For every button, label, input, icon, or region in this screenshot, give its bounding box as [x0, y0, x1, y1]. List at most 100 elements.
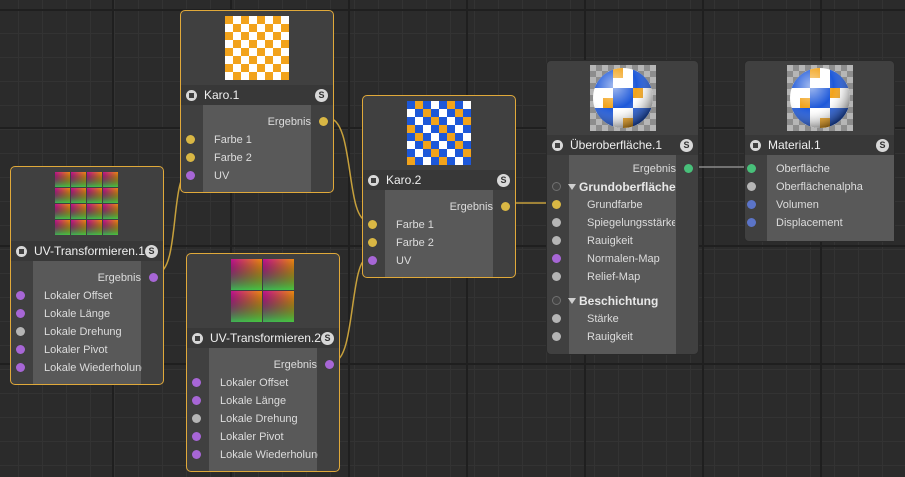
collapse-triangle-icon[interactable] [568, 298, 576, 304]
input-port-row: Farbe 1 [363, 216, 515, 234]
input-port[interactable] [16, 291, 25, 300]
checker-cell [225, 56, 233, 64]
input-port[interactable] [192, 396, 201, 405]
input-port[interactable] [192, 414, 201, 423]
output-port[interactable] [684, 164, 693, 173]
checker-cell [257, 72, 265, 80]
input-port[interactable] [747, 182, 756, 191]
checker-cell [423, 141, 431, 149]
input-port-row: Farbe 2 [181, 149, 333, 167]
input-port[interactable] [186, 171, 195, 180]
input-port[interactable] [16, 363, 25, 372]
node-karo-2[interactable]: Karo.2 S Ergebnis Farbe 1 Farbe 2 UV [362, 95, 516, 278]
output-port[interactable] [325, 360, 334, 369]
input-port[interactable] [16, 345, 25, 354]
checker-cell [273, 32, 281, 40]
input-port-row: Lokaler Offset [187, 374, 339, 392]
section-port[interactable] [552, 296, 561, 305]
checker-cell [415, 133, 423, 141]
checker-cell [273, 16, 281, 24]
checker-cell [439, 101, 447, 109]
node-uv-transform-2[interactable]: UV-Transformieren.2 S Ergebnis Lokaler O… [186, 253, 340, 472]
node-material-1[interactable]: Material.1 S Oberfläche Oberflächenalpha… [744, 60, 895, 242]
checker-cell [463, 149, 471, 157]
input-port[interactable] [747, 164, 756, 173]
material-titlebar[interactable]: Material.1 S [745, 135, 894, 155]
ueberoberflaeche-titlebar[interactable]: Überoberfläche.1 S [547, 135, 698, 155]
input-port[interactable] [552, 236, 561, 245]
input-port[interactable] [186, 153, 195, 162]
input-port[interactable] [16, 327, 25, 336]
input-port[interactable] [16, 309, 25, 318]
karo-2-titlebar[interactable]: Karo.2 S [363, 170, 515, 190]
input-port[interactable] [192, 450, 201, 459]
node-uv-transform-1[interactable]: UV-Transformieren.1 S Ergebnis Lokaler O… [10, 166, 164, 385]
uv-gradient-preview-image [55, 172, 119, 236]
checker-cell [249, 64, 257, 72]
node-title: Überoberfläche.1 [570, 138, 663, 152]
section-port[interactable] [552, 182, 561, 191]
uv-2-titlebar[interactable]: UV-Transformieren.2 S [187, 328, 339, 348]
input-port-row: Farbe 1 [181, 131, 333, 149]
checker-cell [249, 32, 257, 40]
solo-badge-icon[interactable]: S [315, 88, 328, 102]
checker-cell [415, 101, 423, 109]
input-port[interactable] [747, 200, 756, 209]
port-label: Farbe 1 [214, 134, 252, 146]
node-ueberoberflaeche-1[interactable]: Überoberfläche.1 S Ergebnis Grundoberflä… [546, 60, 699, 355]
input-port[interactable] [192, 432, 201, 441]
output-port[interactable] [501, 202, 510, 211]
port-label: Farbe 2 [396, 237, 434, 249]
input-port[interactable] [192, 378, 201, 387]
output-port-row: Ergebnis [363, 198, 515, 216]
checker-cell [265, 16, 273, 24]
port-label: Lokaler Offset [220, 377, 289, 389]
solo-badge-icon[interactable]: S [497, 173, 510, 187]
checker-cell [225, 72, 233, 80]
checker-cell [439, 133, 447, 141]
input-port-row: Farbe 2 [363, 234, 515, 252]
input-port[interactable] [552, 200, 561, 209]
solo-badge-icon[interactable]: S [145, 244, 158, 258]
port-label: Rauigkeit [587, 235, 633, 247]
input-port-row: UV [363, 252, 515, 270]
checker-cell [423, 133, 431, 141]
input-port[interactable] [368, 238, 377, 247]
input-port[interactable] [552, 332, 561, 341]
checker-cell [281, 32, 289, 40]
section-header-grundoberflaeche[interactable]: Grundoberfläche [547, 178, 698, 196]
input-port[interactable] [552, 314, 561, 323]
input-port[interactable] [368, 220, 377, 229]
section-header-beschichtung[interactable]: Beschichtung [547, 292, 698, 310]
output-port[interactable] [149, 273, 158, 282]
checker-cell [249, 56, 257, 64]
port-label: Lokale Drehung [220, 413, 298, 425]
input-port[interactable] [747, 218, 756, 227]
input-port[interactable] [552, 218, 561, 227]
node-title: Material.1 [768, 138, 821, 152]
checker-cell [407, 109, 415, 117]
input-port[interactable] [186, 135, 195, 144]
port-label: Ergebnis [449, 201, 493, 213]
port-label: Lokaler Pivot [44, 344, 108, 356]
input-port[interactable] [368, 256, 377, 265]
solo-badge-icon[interactable]: S [680, 138, 693, 152]
checker-cell [431, 157, 439, 165]
solo-badge-icon[interactable]: S [876, 138, 889, 152]
solo-badge-icon[interactable]: S [321, 331, 334, 345]
node-karo-1[interactable]: Karo.1 S Ergebnis Farbe 1 Farbe 2 UV [180, 10, 334, 193]
collapse-triangle-icon[interactable] [568, 184, 576, 190]
checker-cell [447, 157, 455, 165]
input-port[interactable] [552, 254, 561, 263]
input-port-row: Rauigkeit [547, 232, 698, 250]
output-port[interactable] [319, 117, 328, 126]
checker-cell [257, 64, 265, 72]
uv-1-titlebar[interactable]: UV-Transformieren.1 S [11, 241, 163, 261]
checker-cell [407, 149, 415, 157]
karo-1-titlebar[interactable]: Karo.1 S [181, 85, 333, 105]
checker-cell [257, 56, 265, 64]
node-type-icon [186, 89, 197, 101]
input-port-row: Lokale Länge [187, 392, 339, 410]
input-port[interactable] [552, 272, 561, 281]
node-title: Karo.1 [204, 88, 240, 102]
